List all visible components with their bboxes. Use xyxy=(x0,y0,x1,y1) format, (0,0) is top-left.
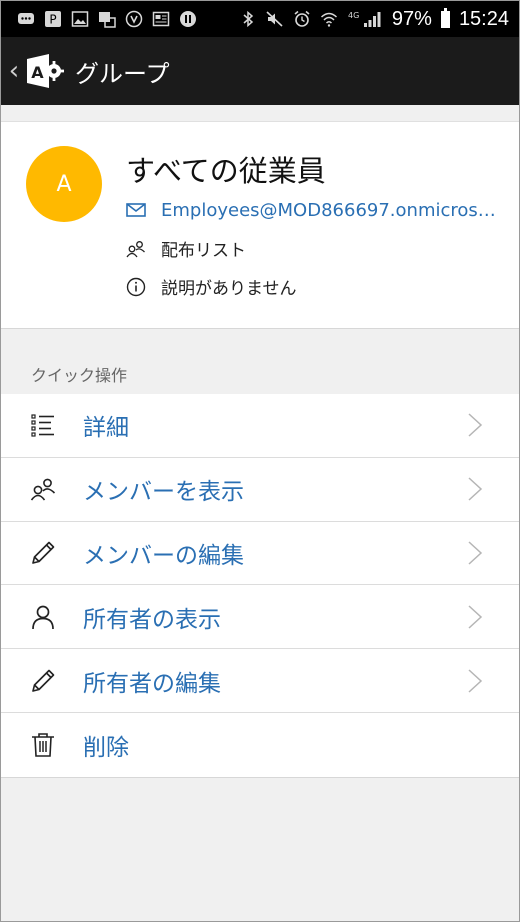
group-email-link[interactable]: Employees@MOD866697.onmicros… xyxy=(161,200,496,221)
back-arrow-icon[interactable]: ‹ xyxy=(5,56,23,86)
wifi-icon xyxy=(320,10,338,28)
svg-text:A: A xyxy=(31,63,44,82)
bluetooth-icon xyxy=(239,10,257,28)
network-type-label: 4G xyxy=(348,11,359,20)
chevron-right-icon xyxy=(468,541,483,565)
action-label: 削除 xyxy=(83,734,129,761)
mute-icon xyxy=(266,10,284,28)
group-type-label: 配布リスト xyxy=(161,241,246,261)
description-row: 説明がありません xyxy=(125,274,297,299)
notification-icons: P xyxy=(17,10,197,28)
chevron-right-icon xyxy=(468,669,483,693)
admin-logo-icon[interactable]: A xyxy=(25,51,65,91)
chat-notification-icon xyxy=(17,10,35,28)
action-edit-owners[interactable]: 所有者の編集 xyxy=(1,649,519,713)
group-description: 説明がありません xyxy=(161,279,297,299)
action-label: メンバーの編集 xyxy=(83,542,244,569)
news-notification-icon xyxy=(152,10,170,28)
group-avatar: A xyxy=(26,146,102,222)
pause-notification-icon xyxy=(179,10,197,28)
action-details[interactable]: 詳細 xyxy=(1,394,519,458)
alarm-icon xyxy=(293,10,311,28)
group-name: すべての従業員 xyxy=(126,154,326,188)
app-notification-icon: P xyxy=(44,10,62,28)
action-view-members[interactable]: メンバーを表示 xyxy=(1,458,519,522)
group-summary-card: A すべての従業員 Employees@MOD866697.onmicros… … xyxy=(1,121,519,329)
shield-notification-icon xyxy=(125,10,143,28)
clock: 15:24 xyxy=(458,7,509,30)
people-icon xyxy=(29,475,57,503)
pencil-icon xyxy=(29,667,57,695)
status-bar: P 4G 97% 15:24 xyxy=(1,1,519,37)
quick-actions-list: 詳細 メンバーを表示 メンバーの編集 所有者の表示 所有者の編集 削除 xyxy=(1,394,519,778)
quick-actions-heading: クイック操作 xyxy=(31,366,128,385)
person-icon xyxy=(29,603,57,631)
action-view-owners[interactable]: 所有者の表示 xyxy=(1,585,519,650)
action-delete[interactable]: 削除 xyxy=(1,713,519,777)
chevron-right-icon xyxy=(468,477,483,501)
email-row: Employees@MOD866697.onmicros… xyxy=(125,199,496,221)
people-icon xyxy=(125,238,147,260)
mail-icon xyxy=(125,199,147,221)
system-status: 4G 97% 15:24 xyxy=(239,7,509,31)
app-bar: ‹ A グループ xyxy=(1,37,519,105)
action-label: 詳細 xyxy=(83,415,129,442)
image-notification-icon xyxy=(71,10,89,28)
action-edit-members[interactable]: メンバーの編集 xyxy=(1,522,519,586)
action-label: 所有者の編集 xyxy=(83,670,221,697)
group-type-row: 配布リスト xyxy=(125,236,246,261)
battery-percentage: 97% xyxy=(391,7,432,30)
svg-text:P: P xyxy=(49,13,56,27)
details-list-icon xyxy=(29,411,57,439)
battery-icon xyxy=(440,7,450,28)
action-label: メンバーを表示 xyxy=(83,479,244,506)
chevron-right-icon xyxy=(468,605,483,629)
trash-icon xyxy=(29,731,57,759)
chevron-right-icon xyxy=(468,413,483,437)
signal-4g-icon: 4G xyxy=(347,10,383,28)
sync-notification-icon xyxy=(98,10,116,28)
action-label: 所有者の表示 xyxy=(83,606,221,633)
info-icon xyxy=(125,276,147,298)
pencil-icon xyxy=(29,539,57,567)
page-title: グループ xyxy=(75,59,170,88)
